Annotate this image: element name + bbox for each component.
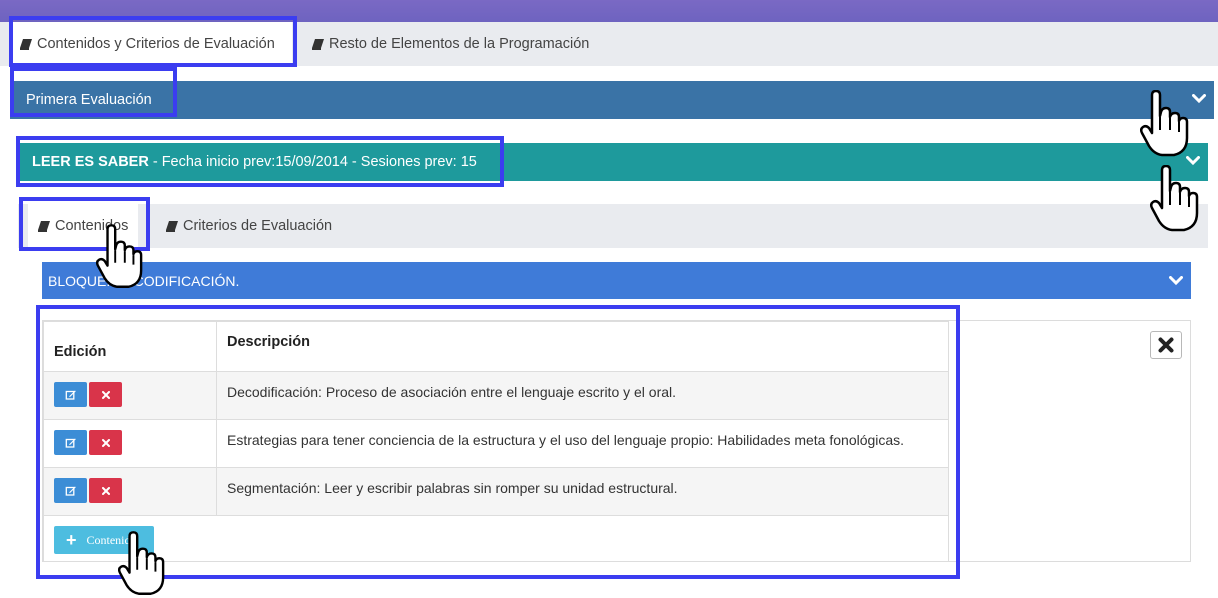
edit-button[interactable] (54, 478, 87, 503)
close-icon (101, 486, 110, 495)
edit-icon (65, 390, 76, 400)
chevron-down-icon[interactable] (1192, 92, 1206, 108)
table-row: Estrategias para tener conciencia de la … (43, 419, 949, 468)
book-icon (166, 220, 178, 232)
chevron-down-icon[interactable] (1169, 273, 1183, 289)
row-actions (43, 467, 217, 516)
top-color-strip (0, 0, 1218, 22)
unit-accordion-header[interactable]: LEER ES SABER - Fecha inicio prev:15/09/… (18, 143, 1208, 181)
delete-button[interactable] (89, 430, 122, 455)
delete-button[interactable] (89, 382, 122, 407)
evaluation-title: Primera Evaluación (26, 92, 152, 108)
table-header-row: Edición Descripción (43, 321, 949, 372)
evaluation-accordion-header[interactable]: Primera Evaluación (10, 81, 1214, 119)
edit-icon (65, 486, 76, 496)
block-title: BLOQUE: DECODIFICACIÓN. (48, 272, 240, 289)
delete-button[interactable] (89, 478, 122, 503)
tab-label: Resto de Elementos de la Programación (329, 36, 590, 52)
contents-table: Edición Descripción Decodificación: Proc… (43, 321, 949, 562)
tab-contenidos[interactable]: Contenidos (28, 204, 139, 248)
add-cell: + Contenido (43, 515, 949, 562)
add-contenido-button[interactable]: + Contenido (54, 526, 154, 554)
book-icon (38, 220, 50, 232)
tab-label: Criterios de Evaluación (183, 218, 333, 234)
tab-contenidos-criterios[interactable]: Contenidos y Criterios de Evaluación (10, 22, 292, 66)
unit-title: LEER ES SABER (32, 154, 149, 170)
table-row: Segmentación: Leer y escribir palabras s… (43, 467, 949, 516)
edit-button[interactable] (54, 382, 87, 407)
tab-criterios-evaluacion[interactable]: Criterios de Evaluación (156, 204, 342, 248)
row-actions (43, 419, 217, 468)
row-description: Estrategias para tener conciencia de la … (216, 419, 949, 468)
tab-resto-elementos[interactable]: Resto de Elementos de la Programación (302, 22, 599, 66)
sub-tabs-bar: Contenidos Criterios de Evaluación (18, 204, 1208, 248)
book-icon (20, 38, 32, 50)
table-footer-row: + Contenido (43, 515, 949, 562)
close-icon (1158, 337, 1174, 353)
column-header-descripcion: Descripción (216, 321, 949, 372)
book-icon (312, 38, 324, 50)
add-button-label: Contenido (86, 532, 137, 547)
close-button[interactable] (1150, 331, 1182, 359)
tab-label: Contenidos y Criterios de Evaluación (37, 36, 275, 52)
row-description: Decodificación: Proceso de asociación en… (216, 371, 949, 420)
row-actions (43, 371, 217, 420)
tab-label: Contenidos (55, 218, 129, 234)
edit-icon (65, 438, 76, 448)
column-header-edicion: Edición (43, 321, 217, 372)
block-accordion-header[interactable]: BLOQUE: DECODIFICACIÓN. (42, 262, 1191, 299)
unit-details: - Fecha inicio prev:15/09/2014 - Sesione… (152, 154, 477, 170)
main-tabs-bar: Contenidos y Criterios de Evaluación Res… (0, 22, 1218, 66)
table-row: Decodificación: Proceso de asociación en… (43, 371, 949, 420)
close-icon (101, 438, 110, 447)
contents-panel: Edición Descripción Decodificación: Proc… (42, 320, 1191, 562)
plus-icon: + (66, 530, 77, 550)
row-description: Segmentación: Leer y escribir palabras s… (216, 467, 949, 516)
chevron-down-icon[interactable] (1186, 154, 1200, 170)
close-icon (101, 390, 110, 399)
edit-button[interactable] (54, 430, 87, 455)
